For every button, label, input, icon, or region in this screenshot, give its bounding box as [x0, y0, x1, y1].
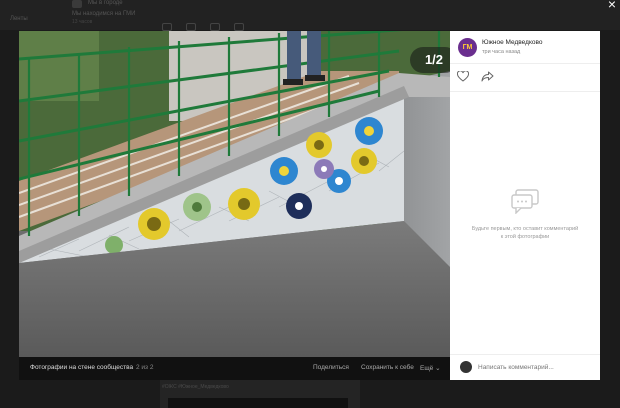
background-feed-name: Мы в городе — [88, 0, 123, 6]
close-icon[interactable]: × — [608, 0, 616, 11]
background-hashtag: #ОЖС #Южное_Медведково — [162, 384, 229, 390]
photo-bottom-bar: Фотографии на стене сообщества 2 из 2 По… — [19, 357, 450, 380]
photo-viewer-image[interactable]: 1/2 — [19, 31, 450, 357]
group-avatar[interactable]: ГМ — [458, 38, 477, 57]
background-left-nav: Ленты — [10, 16, 28, 22]
share-arrow-icon[interactable] — [481, 71, 494, 82]
background-feed-meta: 13 часов — [72, 19, 93, 25]
background-feed-subtitle: Мы находимся на ГМИ — [72, 11, 136, 17]
photo-mosaic-stairs — [19, 31, 450, 357]
share-button[interactable]: Поделиться — [313, 364, 349, 371]
background-icon — [186, 23, 196, 31]
empty-comments-text: Будьте первым, кто оставит комментарий к… — [471, 226, 579, 240]
save-button[interactable]: Сохранить к себе — [361, 364, 414, 371]
comment-input[interactable] — [478, 360, 593, 374]
background-icon — [162, 23, 172, 31]
background-post-image — [168, 398, 348, 408]
comments-panel: ГМ Южное Медведково три часа назад Будьт… — [450, 31, 600, 380]
divider — [450, 354, 600, 355]
photo-counter: 1/2 — [410, 47, 450, 73]
background-icon — [210, 23, 220, 31]
background-logo — [72, 0, 82, 8]
group-name-link[interactable]: Южное Медведково — [482, 39, 542, 46]
user-avatar — [460, 361, 472, 373]
background-icon — [234, 23, 244, 31]
background-toolbar — [162, 18, 422, 31]
more-button[interactable]: Ещё ⌄ — [420, 364, 441, 372]
heart-icon[interactable] — [457, 71, 469, 82]
photo-position: 2 из 2 — [136, 364, 154, 371]
divider — [450, 91, 600, 92]
album-title-link[interactable]: Фотографии на стене сообщества — [30, 364, 133, 371]
divider — [450, 63, 600, 64]
comment-bubble-icon — [511, 189, 539, 214]
post-time: три часа назад — [482, 49, 521, 55]
